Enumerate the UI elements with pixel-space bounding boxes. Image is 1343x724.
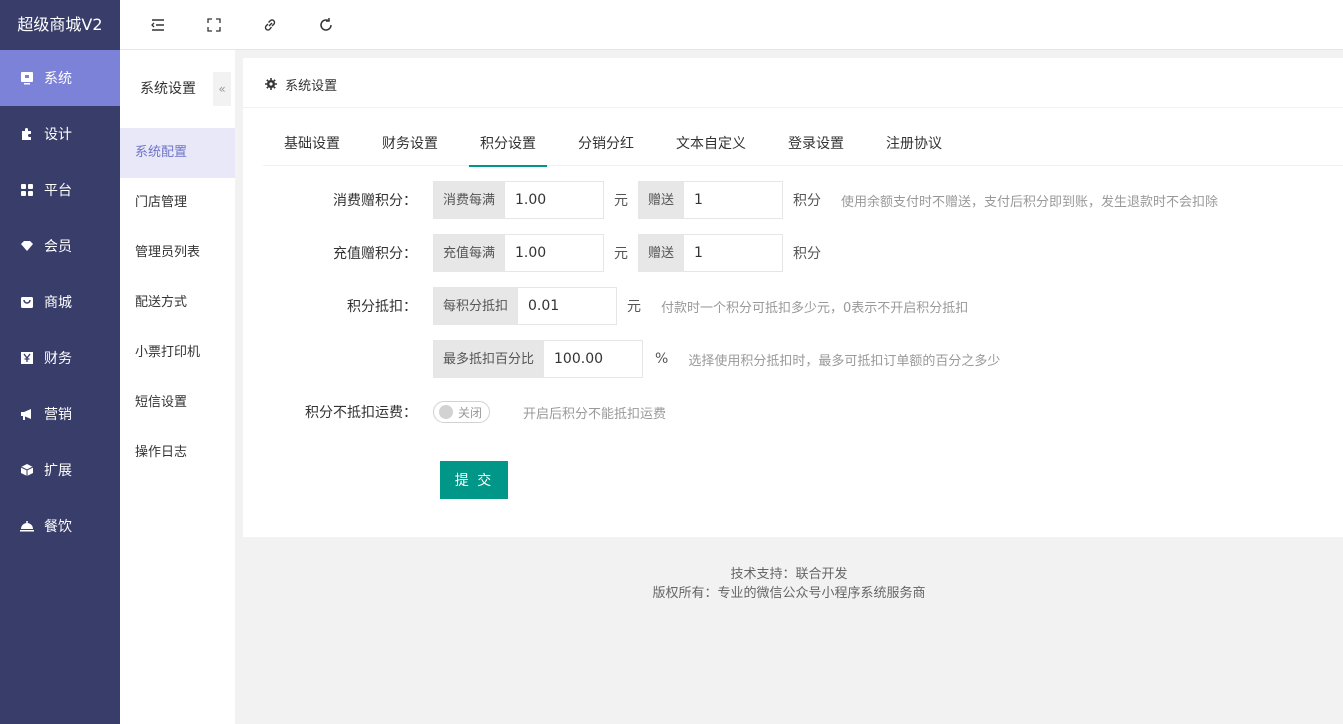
consume-points-label: 消费赠积分： [333,193,417,209]
main-sidebar: 超级商城V2 系统 设计 平台 会员 商城 财务 营销 扩展 餐饮 [0,0,120,724]
nav-label: 设计 [44,127,72,143]
footer-copyright: 版权所有：专业的微信公众号小程序系统服务商 [652,586,926,601]
nav-item-mall[interactable]: 商城 [0,274,120,330]
max-percent-row: 最多抵扣百分比 % 选择使用积分抵扣时，最多可抵扣订单额的百分之多少 [243,340,1000,378]
deduct-amount-input[interactable] [518,287,618,325]
settings-tabs: 基础设置 财务设置 积分设置 分销分红 文本自定义 登录设置 注册协议 [263,128,1343,167]
consume-amount-input[interactable] [505,181,605,219]
nav-item-finance[interactable]: 财务 [0,330,120,386]
consume-tip: 使用余额支付时不赠送，支付后积分即到账，发生退款时不会扣除 [841,194,1219,210]
max-percent-prefix: 最多抵扣百分比 [433,340,545,378]
footer-support: 技术支持：联合开发 [730,567,848,582]
tab-text-custom[interactable]: 文本自定义 [655,128,767,166]
consume-points-row: 消费赠积分： 消费每满 元 赠送 积分 使用余额支付时不赠送，支付后积分即到账，… [243,181,1218,219]
nav-label: 餐饮 [44,519,72,535]
top-bar [120,0,1343,50]
sub-item-admin-list[interactable]: 管理员列表 [120,228,235,278]
recharge-unit: 元 [614,246,629,262]
cube-icon [20,463,34,477]
sub-item-printer[interactable]: 小票打印机 [120,328,235,378]
sub-item-log[interactable]: 操作日志 [120,428,235,478]
bag-icon [20,295,34,309]
freight-toggle[interactable]: 关闭 [433,401,490,423]
megaphone-icon [20,407,34,421]
nav-label: 扩展 [44,463,72,479]
nav-item-marketing[interactable]: 营销 [0,386,120,442]
sub-sidebar: 系统设置 « 系统配置 门店管理 管理员列表 配送方式 小票打印机 短信设置 操… [120,50,235,724]
sub-item-system-config[interactable]: 系统配置 [120,128,235,178]
deduct-tip: 付款时一个积分可抵扣多少元，0表示不开启积分抵扣 [661,300,969,316]
points-deduct-row: 积分抵扣： 每积分抵扣 元 付款时一个积分可抵扣多少元，0表示不开启积分抵扣 [243,287,968,325]
monitor-icon [20,71,34,85]
card-title: 系统设置 [285,79,338,94]
nav-label: 财务 [44,351,72,367]
nav-item-catering[interactable]: 餐饮 [0,498,120,554]
deduct-unit: 元 [627,299,642,315]
nav-label: 系统 [44,71,72,87]
tab-login[interactable]: 登录设置 [767,128,865,166]
tab-register-agreement[interactable]: 注册协议 [865,128,963,166]
recharge-amount-input[interactable] [505,234,605,272]
submit-button[interactable]: 提 交 [440,461,508,499]
nav-label: 平台 [44,183,72,199]
consume-prefix: 消费每满 [433,181,506,219]
recharge-points-row: 充值赠积分： 充值每满 元 赠送 积分 [243,234,831,272]
grid-icon [20,183,34,197]
recharge-give-input[interactable] [684,234,784,272]
toggle-text: 关闭 [458,406,483,420]
footer: 技术支持：联合开发 版权所有：专业的微信公众号小程序系统服务商 [235,565,1343,603]
freight-row: 积分不抵扣运费： 关闭 开启后积分不能抵扣运费 [243,393,666,431]
max-percent-tip: 选择使用积分抵扣时，最多可抵扣订单额的百分之多少 [688,353,1001,369]
tab-basic[interactable]: 基础设置 [263,128,361,166]
brand-logo: 超级商城V2 [17,15,103,34]
sub-item-delivery[interactable]: 配送方式 [120,278,235,328]
diamond-icon [20,239,34,253]
nav-item-design[interactable]: 设计 [0,106,120,162]
puzzle-icon [20,127,34,141]
fullscreen-icon[interactable] [205,16,223,34]
recharge-points-label: 充值赠积分： [333,246,417,262]
tab-distribution[interactable]: 分销分红 [557,128,655,166]
freight-label: 积分不抵扣运费： [305,405,417,421]
nav-item-extend[interactable]: 扩展 [0,442,120,498]
refresh-icon[interactable] [317,16,335,34]
link-icon[interactable] [261,16,279,34]
recharge-prefix: 充值每满 [433,234,506,272]
nav-item-system[interactable]: 系统 [0,50,120,106]
toggle-knob [439,405,453,419]
menu-toggle-icon[interactable] [149,16,167,34]
nav-label: 营销 [44,407,72,423]
dish-icon [20,519,34,533]
nav-label: 商城 [44,295,72,311]
consume-unit: 元 [614,193,629,209]
settings-card: 系统设置 基础设置 财务设置 积分设置 分销分红 文本自定义 登录设置 注册协议… [243,58,1343,537]
consume-give-unit: 积分 [793,193,822,209]
nav-label: 会员 [44,239,72,255]
tab-finance[interactable]: 财务设置 [361,128,459,166]
card-header: 系统设置 [243,58,1343,108]
gear-icon [265,58,277,114]
max-percent-unit: % [655,351,669,367]
consume-give-prefix: 赠送 [638,181,685,219]
consume-give-input[interactable] [684,181,784,219]
nav-item-member[interactable]: 会员 [0,218,120,274]
recharge-give-prefix: 赠送 [638,234,685,272]
deduct-prefix: 每积分抵扣 [433,287,519,325]
collapse-button[interactable]: « [213,72,231,106]
freight-tip: 开启后积分不能抵扣运费 [523,406,667,422]
sub-item-sms[interactable]: 短信设置 [120,378,235,428]
recharge-give-unit: 积分 [793,246,822,262]
nav-item-platform[interactable]: 平台 [0,162,120,218]
sub-item-store-manage[interactable]: 门店管理 [120,178,235,228]
points-deduct-label: 积分抵扣： [347,299,417,315]
max-percent-input[interactable] [544,340,644,378]
tab-points[interactable]: 积分设置 [459,128,557,167]
yen-icon [20,351,34,365]
